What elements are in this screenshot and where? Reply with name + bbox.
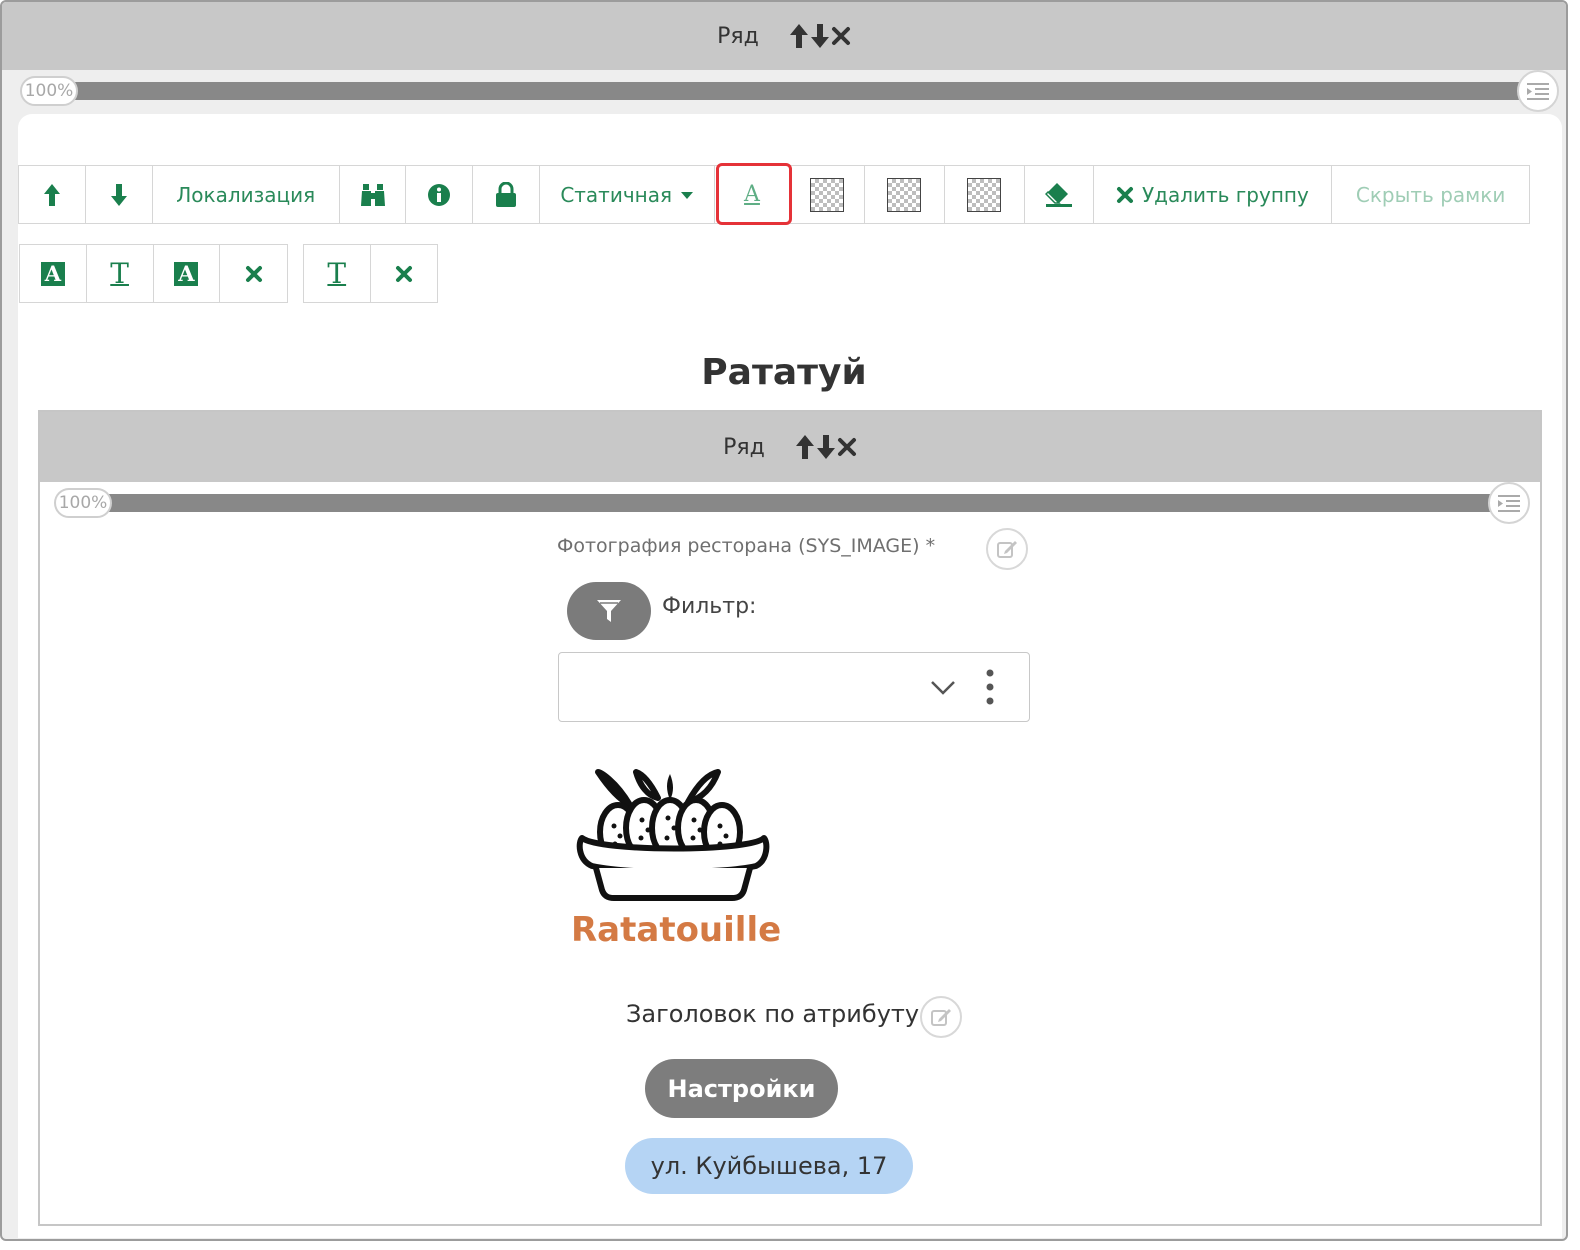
- attribute-heading: Заголовок по атрибуту: [626, 1000, 920, 1028]
- background-a-alt-button[interactable]: A: [153, 245, 221, 302]
- inner-row-label: Ряд: [723, 434, 765, 460]
- eraser-icon: [1044, 182, 1072, 207]
- delete-group-button[interactable]: Удалить группу: [1093, 166, 1333, 223]
- move-up-icon[interactable]: [795, 434, 815, 460]
- transparent-background-button[interactable]: [789, 166, 865, 223]
- page-title: Рататуй: [701, 352, 867, 393]
- transparency-icon: [887, 177, 922, 212]
- text-style-toolbar: A T A: [19, 244, 288, 303]
- outer-row-label: Ряд: [717, 23, 759, 49]
- filter-button[interactable]: [567, 582, 651, 640]
- text-icon: T: [327, 256, 347, 290]
- image-field-label: Фотография ресторана (SYS_IMAGE) *: [557, 535, 936, 557]
- arrow-down-icon: [110, 183, 127, 206]
- lock-button[interactable]: [473, 166, 541, 223]
- close-icon: [245, 265, 262, 282]
- settings-button[interactable]: Настройки: [645, 1059, 838, 1118]
- list-indent-icon: [1527, 83, 1549, 100]
- close-icon: [395, 265, 412, 282]
- delete-group-label: Удалить группу: [1141, 182, 1309, 207]
- clear-style-button[interactable]: [220, 245, 287, 302]
- background-a-button[interactable]: A: [20, 245, 87, 302]
- edit-icon: [997, 541, 1017, 558]
- filter-label: Фильтр:: [662, 594, 757, 619]
- caret-down-icon: [681, 191, 694, 199]
- inner-width-slider[interactable]: [76, 494, 1494, 512]
- move-down-icon[interactable]: [816, 434, 836, 460]
- restaurant-logo-text: Ratatouille: [571, 910, 782, 950]
- move-up-icon[interactable]: [789, 23, 809, 49]
- clear-heading-button[interactable]: [370, 245, 437, 302]
- outer-width-slider[interactable]: [42, 82, 1532, 100]
- outer-slider-handle[interactable]: [1517, 70, 1559, 112]
- inner-row-header: Ряд: [40, 412, 1540, 482]
- mode-label: Статичная: [560, 182, 673, 207]
- heading-style-toolbar: T: [303, 244, 438, 303]
- info-button[interactable]: [406, 166, 474, 223]
- transparency-icon: [809, 177, 844, 212]
- transparent-fill-button[interactable]: [944, 166, 1025, 223]
- info-icon: [428, 183, 451, 206]
- text-t-button[interactable]: T: [86, 245, 154, 302]
- list-indent-icon: [1498, 495, 1520, 512]
- close-icon: [1116, 186, 1133, 203]
- edit-image-field-button[interactable]: [986, 528, 1028, 570]
- outer-row-header: Ряд: [2, 2, 1566, 70]
- localization-button[interactable]: Локализация: [152, 166, 340, 223]
- text-icon: T: [110, 256, 129, 290]
- close-icon[interactable]: [837, 437, 857, 457]
- mode-dropdown[interactable]: Статичная: [540, 166, 716, 223]
- font-box-icon: A: [40, 261, 65, 286]
- address-badge[interactable]: ул. Куйбышева, 17: [625, 1138, 913, 1194]
- inner-row-controls: [795, 434, 857, 460]
- inner-width-value: 100%: [54, 488, 112, 518]
- inner-slider-handle[interactable]: [1488, 482, 1530, 524]
- transparency-icon: [967, 177, 1002, 212]
- filter-icon: [597, 600, 621, 622]
- chevron-down-icon[interactable]: [930, 680, 956, 696]
- arrow-up-icon: [43, 183, 60, 206]
- binoculars-icon: [360, 183, 385, 206]
- move-down-icon[interactable]: [810, 23, 830, 49]
- edit-icon: [931, 1009, 951, 1026]
- image-select[interactable]: [558, 652, 1030, 722]
- move-down-button[interactable]: [85, 166, 153, 223]
- font-box-icon: A: [174, 261, 199, 286]
- binoculars-button[interactable]: [339, 166, 407, 223]
- highlight-box: [716, 163, 792, 225]
- edit-heading-button[interactable]: [920, 996, 962, 1038]
- more-vertical-icon[interactable]: [985, 668, 995, 706]
- outer-row-controls: [789, 23, 851, 49]
- move-up-button[interactable]: [19, 166, 86, 223]
- lock-icon: [496, 181, 517, 207]
- transparent-border-button[interactable]: [864, 166, 945, 223]
- outer-width-value: 100%: [20, 76, 78, 106]
- hide-frames-button[interactable]: Скрыть рамки: [1332, 166, 1529, 223]
- close-icon[interactable]: [831, 26, 851, 46]
- heading-t-button[interactable]: T: [304, 245, 371, 302]
- eraser-button[interactable]: [1024, 166, 1094, 223]
